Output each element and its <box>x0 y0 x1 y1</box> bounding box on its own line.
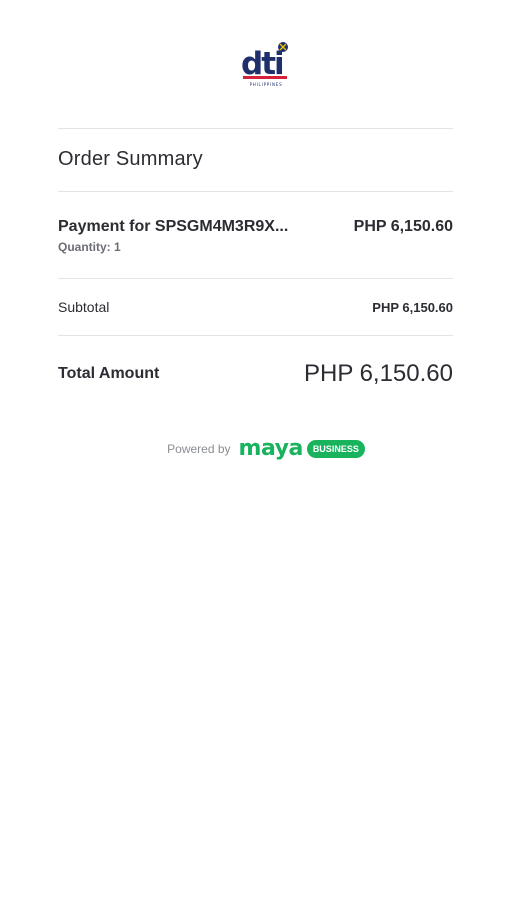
business-badge: BUSINESS <box>306 440 365 458</box>
total-value: PHP 6,150.60 <box>303 360 453 387</box>
dti-logo-icon: dti <box>241 42 288 82</box>
dti-logo-caption: PHILIPPINES <box>249 82 283 87</box>
order-summary-title: Order Summary <box>58 148 203 170</box>
line-item-price: PHP 6,150.60 <box>353 218 453 235</box>
powered-by-footer: Powered by maya BUSINESS <box>0 437 532 461</box>
header-logo: dti PHILIPPINES <box>0 40 532 92</box>
line-item-quantity: Quantity: 1 <box>58 240 121 254</box>
maya-logo: maya <box>238 436 304 461</box>
dti-logo: dti PHILIPPINES <box>241 40 291 92</box>
order-summary-card: Order Summary Payment for SPSGM4M3R9X...… <box>58 128 453 412</box>
total-row: Total Amount PHP 6,150.60 <box>58 336 453 412</box>
subtotal-row: Subtotal PHP 6,150.60 <box>58 279 453 335</box>
subtotal-label: Subtotal <box>58 299 110 315</box>
line-item: Payment for SPSGM4M3R9X... Quantity: 1 P… <box>58 192 453 278</box>
total-label: Total Amount <box>58 365 160 382</box>
subtotal-value: PHP 6,150.60 <box>372 299 453 315</box>
powered-by-text: Powered by <box>167 442 231 456</box>
line-item-details: Payment for SPSGM4M3R9X... Quantity: 1 <box>58 218 288 254</box>
line-item-name: Payment for SPSGM4M3R9X... <box>58 218 289 235</box>
